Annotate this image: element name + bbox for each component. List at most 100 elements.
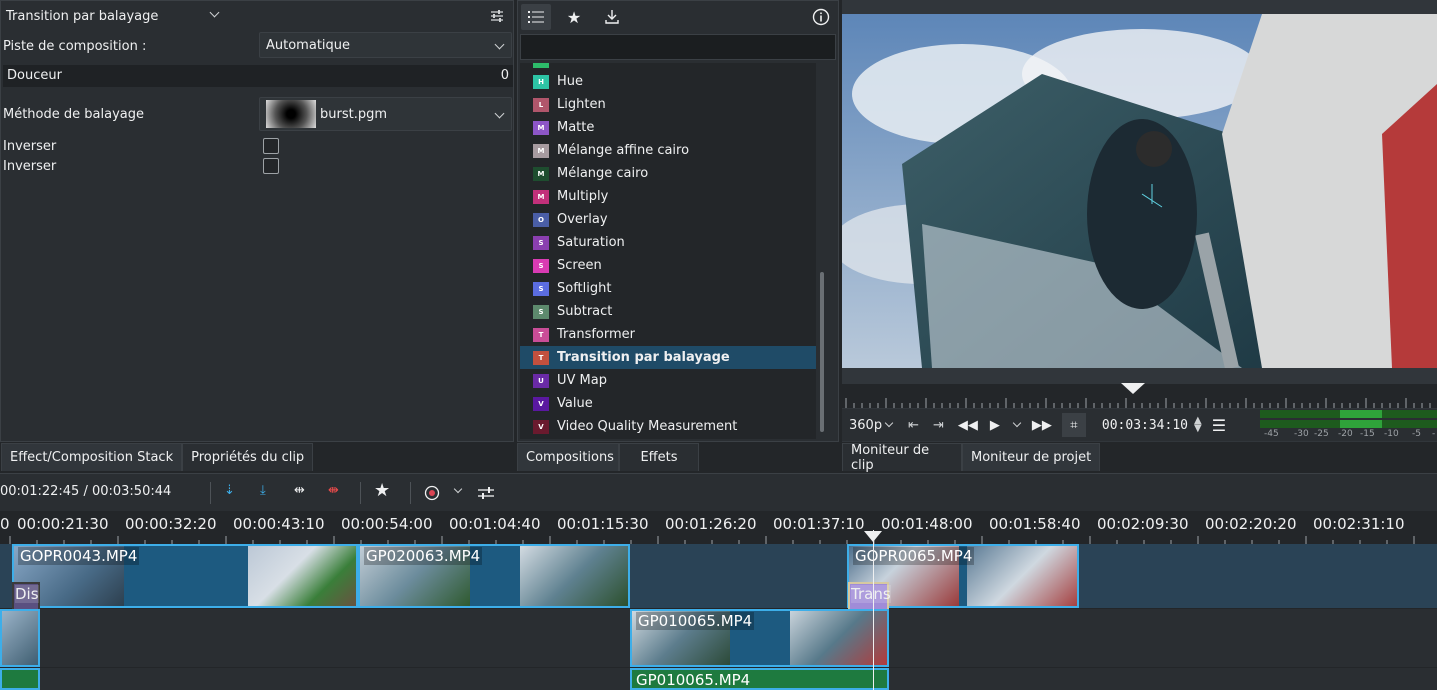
composition-list-item[interactable]: V Value <box>520 392 816 415</box>
list-scrollbar[interactable] <box>820 272 824 432</box>
composition-item-label: Matte <box>557 120 595 135</box>
clip-gp010065[interactable]: GP010065.MP4 <box>630 609 889 667</box>
video-preview[interactable] <box>842 14 1437 368</box>
video-track-2: GP010065.MP4 <box>0 609 1437 667</box>
composition-list: H Hue L Lighten M Matte M Mélange affine cairo M… <box>520 63 816 439</box>
tab-clip-monitor[interactable]: Moniteur de clip <box>842 443 962 473</box>
wipe-select[interactable]: burst.pgm <box>259 97 512 131</box>
hamburger-menu-icon[interactable]: ☰ <box>1212 416 1226 435</box>
composition-list-item[interactable]: U UV Map <box>520 369 816 392</box>
clip-gp020063[interactable]: GP020063.MP4 <box>358 544 630 608</box>
composition-list-item[interactable]: O Overlay <box>520 208 816 231</box>
composition-item-label: Mélange affine cairo <box>557 143 690 158</box>
compositions-panel: ★ H Hue L Lighten M Matte M Mélange affine cair… <box>517 0 839 442</box>
composition-badge-icon: U <box>533 373 549 388</box>
composition-list-item[interactable]: M Multiply <box>520 185 816 208</box>
extract-icon[interactable]: ⇹ <box>294 483 305 498</box>
audio-clip-gp010065[interactable]: GP010065.MP4 <box>630 668 889 690</box>
composition-properties-panel: Transition par balayage Piste de composi… <box>0 0 514 442</box>
meter-label: -30 <box>1294 429 1309 439</box>
tab-compositions[interactable]: Compositions <box>517 443 619 471</box>
composition-list-item[interactable]: M Mélange cairo <box>520 162 816 185</box>
timeline-settings-icon[interactable] <box>478 486 494 500</box>
insert-clip-icon[interactable]: ⇣ <box>224 483 235 498</box>
playhead-marker[interactable] <box>1121 383 1145 394</box>
favorites-star-icon[interactable]: ★ <box>559 4 589 30</box>
clip-gopr0043[interactable]: GOPR0043.MP4 <box>12 544 358 608</box>
invert1-checkbox[interactable] <box>263 138 279 154</box>
meter-label: -10 <box>1384 429 1399 439</box>
composition-list-item[interactable]: L Lighten <box>520 93 816 116</box>
composition-list-item[interactable]: V Video Quality Measurement <box>520 415 816 438</box>
monitor-timecode[interactable]: 00:03:34:10 <box>1102 418 1188 433</box>
settings-sliders-icon[interactable] <box>490 9 504 23</box>
composition-list-item[interactable]: S Saturation <box>520 231 816 254</box>
right-tabbar: Moniteur de clip Moniteur de projet <box>842 443 1101 473</box>
clip-partial[interactable] <box>0 609 40 667</box>
composition-badge-icon: M <box>533 143 549 158</box>
divider <box>410 482 411 504</box>
timeline-tick-label: 00:00:32:20 <box>125 515 217 533</box>
tab-effect-stack[interactable]: Effect/Composition Stack <box>1 443 183 471</box>
composition-search-input[interactable] <box>520 34 836 60</box>
lift-icon[interactable]: ⇼ <box>328 483 339 498</box>
invert2-checkbox[interactable] <box>263 158 279 174</box>
clip-label: GOPR0043.MP4 <box>18 547 140 565</box>
download-icon[interactable] <box>597 4 627 30</box>
track-select[interactable]: Automatique <box>259 32 512 58</box>
chevron-down-icon[interactable] <box>453 484 463 494</box>
composition-list-item[interactable]: M Mélange affine cairo <box>520 139 816 162</box>
monitor-ruler[interactable] <box>842 383 1437 408</box>
timeline-tick-label: 00:02:31:10 <box>1313 515 1405 533</box>
chevron-down-icon[interactable] <box>209 7 220 18</box>
overwrite-clip-icon[interactable]: ⤓ <box>260 483 266 498</box>
set-zone-out-icon[interactable]: ⇥ <box>933 418 944 433</box>
timeline-ruler[interactable]: 0 00:00:21:30 00:00:32:20 00:00:43:10 00:00:… <box>0 511 1437 544</box>
set-zone-in-icon[interactable]: ⇤ <box>908 418 919 433</box>
composition-list-item[interactable]: H Hue <box>520 70 816 93</box>
tab-effects[interactable]: Effets <box>619 443 699 471</box>
composition-list-item[interactable]: M Matte <box>520 116 816 139</box>
mid-tabbar: Compositions Effets <box>517 443 699 473</box>
chevron-down-icon[interactable] <box>884 418 894 428</box>
composition-item-label: Value <box>557 396 593 411</box>
resolution-select[interactable]: 360p <box>849 418 882 433</box>
timeline-tick-label: 00:02:20:20 <box>1205 515 1297 533</box>
crop-icon[interactable]: ⌗ <box>1061 413 1086 437</box>
composition-badge-icon: L <box>533 97 549 112</box>
list-view-icon[interactable] <box>521 4 551 30</box>
composition-badge-icon: S <box>533 258 549 273</box>
fast-forward-icon[interactable]: ▶▶ <box>1032 418 1052 433</box>
audio-clip-partial[interactable] <box>0 668 40 690</box>
project-monitor: 360p ⇤ ⇥ ◀◀ ▶ ▶▶ ⌗ 00:03:34:10 ▲ ▼ ☰ -45-… <box>842 0 1437 442</box>
softness-slider[interactable]: Douceur 0 <box>3 65 513 87</box>
composition-list-item[interactable]: S Screen <box>520 254 816 277</box>
favorite-star-icon[interactable]: ★ <box>374 480 390 501</box>
tab-clip-properties[interactable]: Propriétés du clip <box>182 443 314 471</box>
record-icon[interactable] <box>424 485 440 501</box>
info-icon[interactable] <box>806 4 836 30</box>
wipe-thumbnail <box>266 100 316 128</box>
composition-list-item[interactable]: S Subtract <box>520 300 816 323</box>
chevron-down-icon[interactable] <box>1012 418 1022 428</box>
meter-label: -5 <box>1412 429 1421 439</box>
composition-badge-icon: V <box>533 419 549 434</box>
invert1-label: Inverser <box>3 138 57 154</box>
clip-label: GP010065.MP4 <box>636 612 755 630</box>
clip-label: GOPR0065.MP4 <box>853 547 975 565</box>
spin-arrows-icon[interactable]: ▲ ▼ <box>1194 416 1202 434</box>
composition-label: Trans <box>851 585 891 603</box>
composition-list-item[interactable]: T Transformer <box>520 323 816 346</box>
timeline-tick-label: 00:01:37:10 <box>773 515 865 533</box>
composition-item-label: Screen <box>557 258 602 273</box>
timeline-tick-label: 0 <box>0 515 10 533</box>
composition-list-item[interactable]: T Transition par balayage <box>520 346 816 369</box>
play-icon[interactable]: ▶ <box>990 418 1000 433</box>
timeline-tick-label: 00:01:26:20 <box>665 515 757 533</box>
composition-item-label: Hue <box>557 74 584 89</box>
rewind-icon[interactable]: ◀◀ <box>958 418 978 433</box>
clip-thumbnail <box>520 546 628 606</box>
tab-project-monitor[interactable]: Moniteur de projet <box>962 443 1101 471</box>
divider <box>360 482 361 504</box>
composition-list-item[interactable]: S Softlight <box>520 277 816 300</box>
